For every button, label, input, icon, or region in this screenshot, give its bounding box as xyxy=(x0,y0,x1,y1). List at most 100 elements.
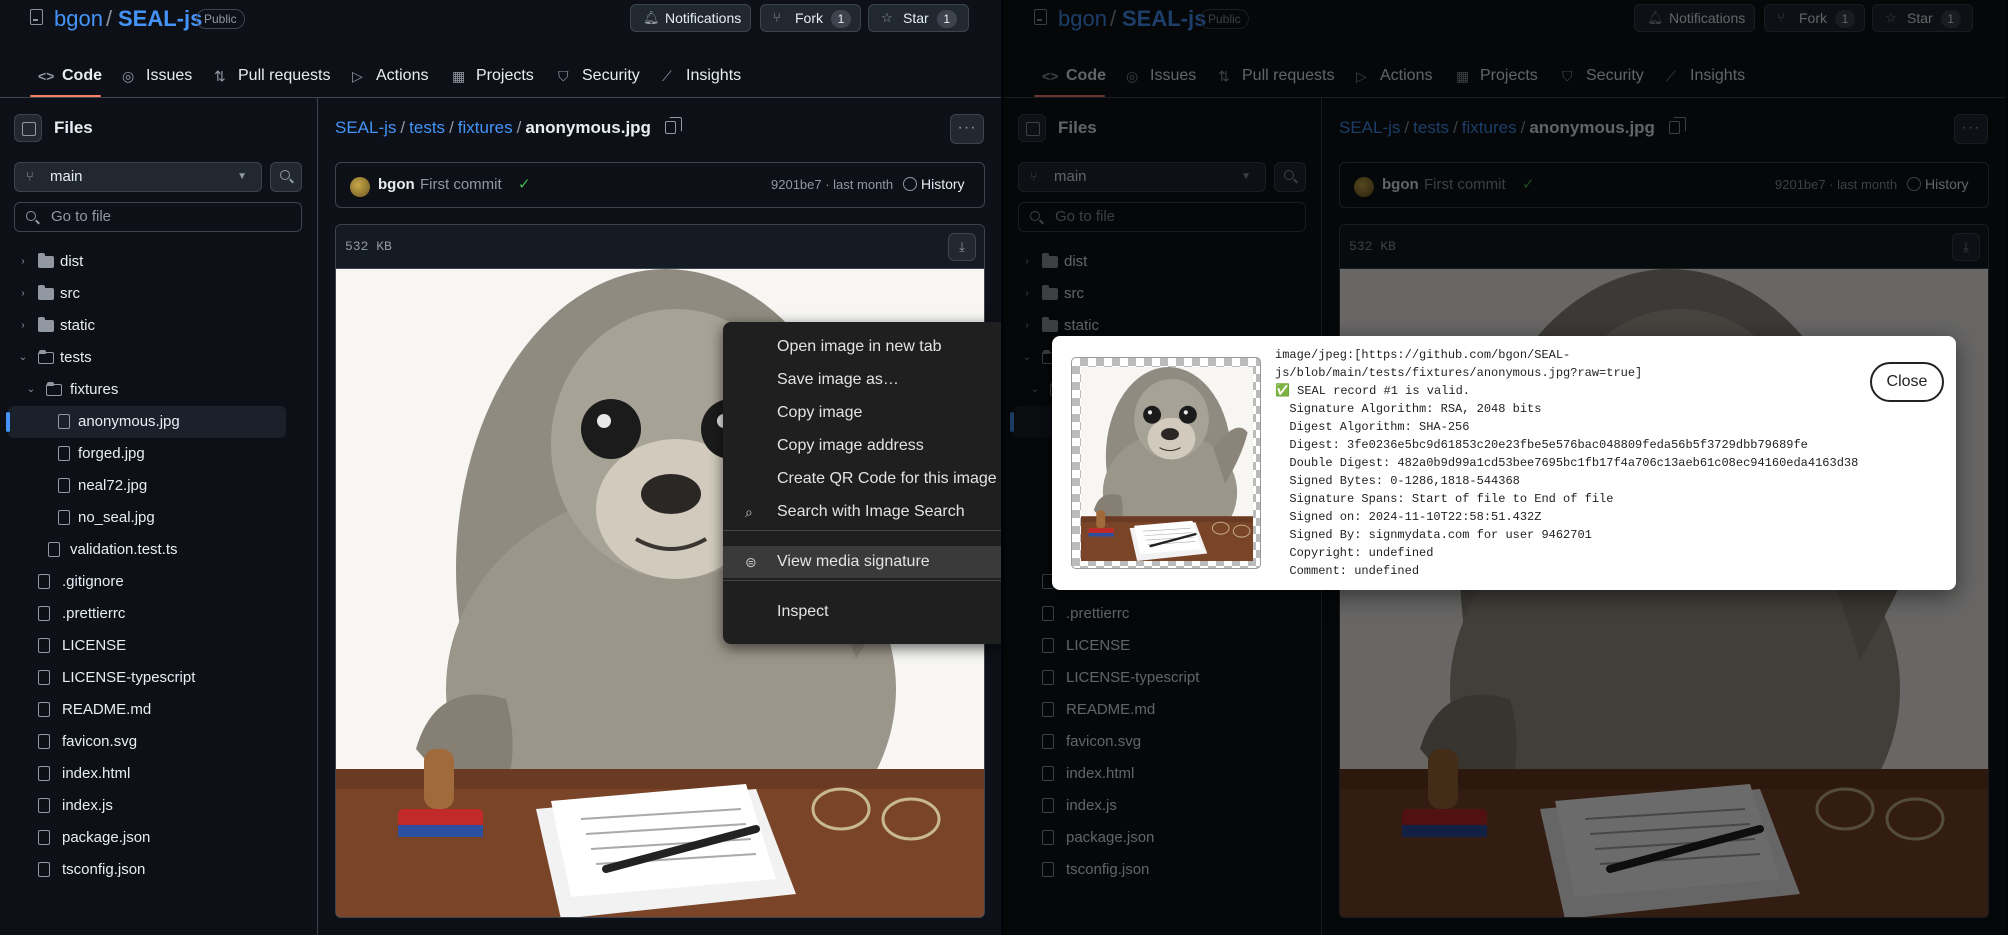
file-tree-item-file[interactable]: package.json xyxy=(0,822,300,854)
chevron-right-icon[interactable]: › xyxy=(16,310,30,342)
branch-select[interactable]: ⑂ main ▼ xyxy=(14,162,262,192)
tab-actions[interactable]: ▷ Actions xyxy=(352,62,428,90)
context-menu-separator xyxy=(723,530,1001,531)
avatar[interactable] xyxy=(350,177,370,197)
fork-button[interactable]: ⑂ Fork 1 xyxy=(760,4,861,32)
star-label: Star xyxy=(903,10,929,26)
signature-report: image/jpeg:[https://github.com/bgon/SEAL… xyxy=(1275,346,1875,580)
context-menu-item[interactable]: Open image in new tab xyxy=(723,331,1001,363)
context-menu-item[interactable]: Inspect xyxy=(723,596,1001,628)
file-icon xyxy=(38,862,50,877)
tab-label: Issues xyxy=(146,67,193,84)
file-icon xyxy=(38,638,50,653)
folder-open-icon xyxy=(38,350,54,364)
file-tree-item-label: dist xyxy=(60,253,84,270)
context-menu-item[interactable]: Create QR Code for this image xyxy=(723,463,1001,495)
file-tree-item-label: tests xyxy=(60,349,92,366)
commit-message[interactable]: First commit xyxy=(420,176,502,193)
file-icon xyxy=(58,510,70,525)
signature-report-line: Signature Spans: Start of file to End of… xyxy=(1275,492,1614,506)
file-icon xyxy=(38,830,50,845)
notifications-button[interactable]: 🔔︎ Notifications xyxy=(630,4,751,32)
chevron-down-icon[interactable]: ⌄ xyxy=(24,374,38,406)
file-tree-item-file[interactable]: LICENSE xyxy=(0,630,300,662)
thumbnail-image xyxy=(1081,367,1253,561)
go-to-file-input[interactable]: Go to file xyxy=(14,202,302,232)
file-tree-item-file[interactable]: validation.test.ts xyxy=(0,534,300,566)
file-tree-item-file[interactable]: forged.jpg xyxy=(0,438,300,470)
context-menu-item[interactable]: ⌕ Search with Image Search xyxy=(723,496,1001,528)
collapse-sidebar-button[interactable] xyxy=(14,114,42,142)
commit-author[interactable]: bgon xyxy=(378,176,415,193)
file-tree-item-folder[interactable]: ⌄ fixtures xyxy=(0,374,300,406)
signature-report-line: ✅ SEAL record #1 is valid. xyxy=(1275,384,1470,398)
breadcrumb-dir-tests[interactable]: tests xyxy=(409,118,445,137)
file-tree-item-folder[interactable]: › src xyxy=(0,278,300,310)
file-tree-item-file[interactable]: no_seal.jpg xyxy=(0,502,300,534)
file-tree-item-file[interactable]: .gitignore xyxy=(0,566,300,598)
file-tree-item-folder[interactable]: › static xyxy=(0,310,300,342)
shield-icon: ⛉ xyxy=(558,68,569,84)
tab-code[interactable]: <> Code xyxy=(38,62,102,90)
tab-label: Projects xyxy=(476,67,534,84)
file-tree-item-file[interactable]: anonymous.jpg xyxy=(6,406,286,438)
star-button[interactable]: ☆ Star 1 xyxy=(868,4,969,32)
breadcrumb-separator: / xyxy=(449,118,454,137)
notifications-label: Notifications xyxy=(665,10,742,26)
file-icon xyxy=(38,670,50,685)
folder-open-icon xyxy=(46,382,62,396)
commit-meta[interactable]: 9201be7 · last month xyxy=(771,177,893,192)
repo-name-link[interactable]: SEAL-js xyxy=(118,6,202,32)
tab-pull-requests[interactable]: ⇅ Pull requests xyxy=(214,62,331,90)
context-menu-item-label: Search with Image Search xyxy=(777,503,965,520)
repo-owner-link[interactable]: bgon xyxy=(54,6,103,32)
visibility-badge: Public xyxy=(196,9,245,29)
fork-count: 1 xyxy=(831,10,851,28)
context-menu-item[interactable]: Save image as… xyxy=(723,364,1001,396)
media-signature-dialog: image/jpeg:[https://github.com/bgon/SEAL… xyxy=(1052,336,1956,590)
context-menu-item[interactable]: ⊜ View media signature xyxy=(723,546,1001,578)
file-tree-item-file[interactable]: index.html xyxy=(0,758,300,790)
folder-icon xyxy=(38,253,54,268)
latest-commit-bar: bgon First commit ✓ 9201be7 · last month… xyxy=(335,162,985,208)
signature-report-line: Digest Algorithm: SHA-256 xyxy=(1275,420,1470,434)
file-tree-item-file[interactable]: neal72.jpg xyxy=(0,470,300,502)
signature-report-line: Signed By: signmydata.com for user 94627… xyxy=(1275,528,1592,542)
copy-path-icon[interactable] xyxy=(664,117,682,134)
file-tree-item-file[interactable]: index.js xyxy=(0,790,300,822)
file-tree-sidebar: Files ⑂ main ▼ Go to file › dist › src › static… xyxy=(0,98,318,935)
file-tree-item-file[interactable]: .prettierrc xyxy=(0,598,300,630)
signature-thumbnail xyxy=(1071,357,1261,569)
file-tree-item-folder[interactable]: ⌄ tests xyxy=(0,342,300,374)
breadcrumb-repo[interactable]: SEAL-js xyxy=(335,118,396,137)
file-tree-item-label: index.html xyxy=(62,765,131,782)
chevron-right-icon[interactable]: › xyxy=(16,246,30,278)
graph-icon: ⟋ xyxy=(662,68,672,84)
chevron-down-icon[interactable]: ⌄ xyxy=(16,342,30,374)
tab-issues[interactable]: ◎ Issues xyxy=(122,62,192,90)
breadcrumb-dir-fixtures[interactable]: fixtures xyxy=(458,118,513,137)
file-tree-item-file[interactable]: LICENSE-typescript xyxy=(0,662,300,694)
more-options-button[interactable]: ··· xyxy=(950,114,984,144)
search-files-button[interactable] xyxy=(270,162,302,192)
signature-report-line: Double Digest: 482a0b9d99a1cd53bee7695bc… xyxy=(1275,456,1859,470)
file-tree-item-file[interactable]: tsconfig.json xyxy=(0,854,300,886)
close-button[interactable]: Close xyxy=(1870,362,1944,402)
repo-path-separator: / xyxy=(106,6,113,31)
file-tree-item-label: .prettierrc xyxy=(62,605,126,622)
context-menu-item[interactable]: Copy image xyxy=(723,397,1001,429)
file-tree-item-folder[interactable]: › dist xyxy=(0,246,300,278)
download-button[interactable]: ⤓ xyxy=(948,233,976,261)
chevron-right-icon[interactable]: › xyxy=(16,278,30,310)
file-icon xyxy=(38,574,50,589)
file-tree-item-file[interactable]: favicon.svg xyxy=(0,726,300,758)
tab-security[interactable]: ⛉ Security xyxy=(558,62,640,90)
context-menu-item-label: Create QR Code for this image xyxy=(777,470,997,487)
file-tree-item-file[interactable]: README.md xyxy=(0,694,300,726)
file-tree-item-label: src xyxy=(60,285,80,302)
tab-projects[interactable]: ▦ Projects xyxy=(452,62,534,90)
context-menu-item[interactable]: Copy image address xyxy=(723,430,1001,462)
history-button[interactable]: History xyxy=(903,176,965,192)
tab-insights[interactable]: ⟋ Insights xyxy=(662,62,741,90)
tab-label: Code xyxy=(62,67,102,84)
